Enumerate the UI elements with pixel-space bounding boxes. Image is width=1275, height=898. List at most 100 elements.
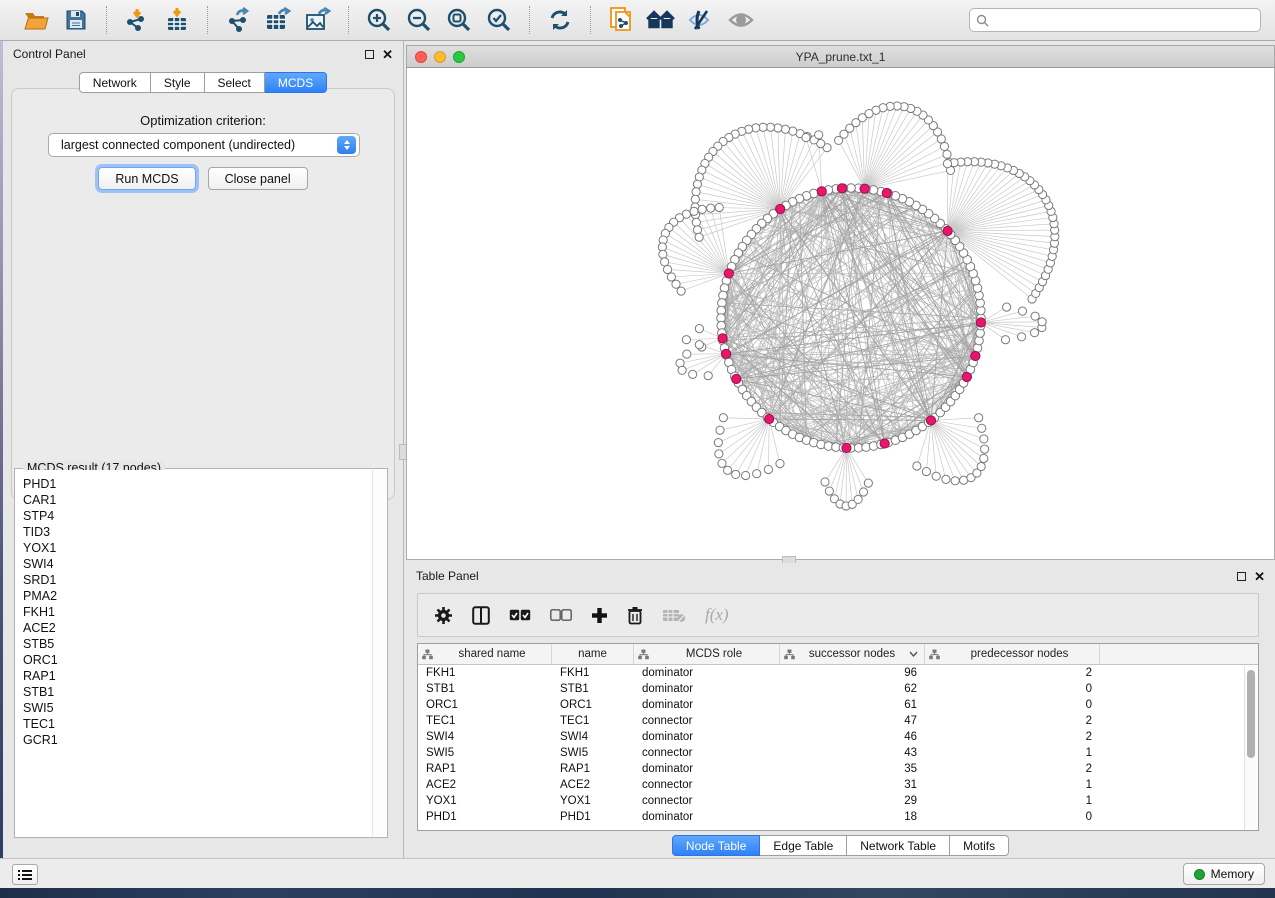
network-leaf-node[interactable]: [695, 341, 703, 349]
zoom-fit-icon[interactable]: [443, 5, 475, 35]
mcds-node[interactable]: [721, 349, 730, 358]
column-header-mcds-role[interactable]: MCDS role: [634, 644, 780, 664]
network-leaf-node[interactable]: [1018, 307, 1026, 315]
network-leaf-node[interactable]: [977, 462, 985, 470]
network-leaf-node[interactable]: [975, 414, 983, 422]
tab-network-table[interactable]: Network Table: [847, 835, 950, 856]
mcds-node[interactable]: [776, 204, 785, 213]
table-row[interactable]: STB1STB1dominator620: [418, 681, 1258, 697]
mcds-result-item[interactable]: PMA2: [23, 588, 372, 604]
network-leaf-node[interactable]: [943, 150, 951, 158]
save-session-icon[interactable]: [60, 5, 92, 35]
open-session-icon[interactable]: [20, 5, 52, 35]
table-scrollbar[interactable]: [1244, 666, 1257, 830]
add-column-icon[interactable]: [591, 603, 608, 627]
mcds-node[interactable]: [860, 184, 869, 193]
network-leaf-node[interactable]: [864, 479, 872, 487]
network-leaf-node[interactable]: [825, 487, 833, 495]
network-leaf-node[interactable]: [1031, 312, 1039, 320]
mcds-result-item[interactable]: PHD1: [23, 476, 372, 492]
mcds-result-item[interactable]: SWI4: [23, 556, 372, 572]
network-leaf-node[interactable]: [661, 258, 669, 266]
float-panel-icon[interactable]: [365, 50, 374, 59]
tab-motifs[interactable]: Motifs: [950, 835, 1009, 856]
network-leaf-node[interactable]: [715, 450, 723, 458]
network-leaf-node[interactable]: [692, 218, 700, 226]
delete-table-icon[interactable]: [662, 603, 686, 627]
tab-edge-table[interactable]: Edge Table: [760, 835, 847, 856]
network-leaf-node[interactable]: [663, 265, 671, 273]
network-leaf-node[interactable]: [776, 460, 784, 468]
export-image-icon[interactable]: [302, 5, 334, 35]
network-leaf-node[interactable]: [704, 372, 712, 380]
close-panel-icon[interactable]: ✕: [382, 48, 393, 61]
mcds-result-item[interactable]: STB5: [23, 636, 372, 652]
network-leaf-node[interactable]: [698, 205, 706, 213]
network-leaf-node[interactable]: [691, 195, 699, 203]
float-table-panel-icon[interactable]: [1237, 572, 1246, 581]
network-leaf-node[interactable]: [980, 435, 988, 443]
mcds-node[interactable]: [837, 184, 846, 193]
network-leaf-node[interactable]: [690, 207, 698, 215]
network-leaf-node[interactable]: [724, 466, 732, 474]
network-leaf-node[interactable]: [1003, 303, 1011, 311]
network-leaf-node[interactable]: [781, 125, 789, 133]
import-table-icon[interactable]: [161, 5, 193, 35]
mcds-result-item[interactable]: STB1: [23, 684, 372, 700]
hide-panel-icon[interactable]: [685, 5, 717, 35]
column-header-name[interactable]: name: [552, 644, 634, 664]
network-leaf-node[interactable]: [943, 160, 951, 168]
search-input[interactable]: [993, 13, 1254, 27]
function-builder-icon[interactable]: f(x): [705, 605, 729, 625]
network-leaf-node[interactable]: [716, 426, 724, 434]
mcds-node[interactable]: [817, 187, 826, 196]
network-document-icon[interactable]: [605, 5, 637, 35]
mcds-node[interactable]: [943, 226, 952, 235]
column-header-predecessor-nodes[interactable]: predecessor nodes: [925, 644, 1100, 664]
tab-mcds[interactable]: MCDS: [265, 72, 327, 93]
network-leaf-node[interactable]: [659, 250, 667, 258]
network-leaf-node[interactable]: [677, 287, 685, 295]
import-network-icon[interactable]: [121, 5, 153, 35]
network-leaf-node[interactable]: [922, 467, 930, 475]
network-leaf-node[interactable]: [715, 203, 723, 211]
network-leaf-node[interactable]: [741, 471, 749, 479]
table-row[interactable]: FKH1FKH1dominator962: [418, 665, 1258, 681]
network-leaf-node[interactable]: [678, 366, 686, 374]
mcds-node[interactable]: [765, 414, 774, 423]
tab-style[interactable]: Style: [151, 72, 205, 93]
mcds-node[interactable]: [880, 439, 889, 448]
table-row[interactable]: TEC1TEC1connector472: [418, 713, 1258, 729]
tab-node-table[interactable]: Node Table: [672, 835, 761, 856]
network-leaf-node[interactable]: [932, 472, 940, 480]
tab-network[interactable]: Network: [79, 72, 151, 93]
mcds-result-item[interactable]: YOX1: [23, 540, 372, 556]
zoom-selected-icon[interactable]: [483, 5, 515, 35]
table-row[interactable]: PHD1PHD1dominator180: [418, 809, 1258, 825]
network-leaf-node[interactable]: [942, 475, 950, 483]
search-field[interactable]: [969, 8, 1261, 32]
network-leaf-node[interactable]: [859, 488, 867, 496]
mcds-node[interactable]: [732, 374, 741, 383]
table-row[interactable]: ACE2ACE2connector311: [418, 777, 1258, 793]
optimization-select[interactable]: largest connected component (undirected): [48, 133, 360, 157]
network-leaf-node[interactable]: [940, 142, 948, 150]
network-leaf-node[interactable]: [980, 454, 988, 462]
gear-icon[interactable]: [434, 603, 453, 627]
network-leaf-node[interactable]: [1038, 318, 1046, 326]
network-graph[interactable]: [407, 68, 1274, 558]
network-leaf-node[interactable]: [913, 462, 921, 470]
network-leaf-node[interactable]: [732, 470, 740, 478]
network-leaf-node[interactable]: [978, 424, 986, 432]
column-header-successor-nodes[interactable]: successor nodes: [780, 644, 925, 664]
network-leaf-node[interactable]: [764, 465, 772, 473]
mcds-node[interactable]: [926, 416, 935, 425]
network-leaf-node[interactable]: [695, 325, 703, 333]
mcds-result-item[interactable]: SWI5: [23, 700, 372, 716]
zoom-in-icon[interactable]: [363, 5, 395, 35]
table-scrollbar-thumb[interactable]: [1247, 670, 1255, 758]
show-eye-icon[interactable]: [725, 5, 757, 35]
mcds-node[interactable]: [842, 443, 851, 452]
network-leaf-node[interactable]: [672, 280, 680, 288]
network-leaf-node[interactable]: [854, 495, 862, 503]
